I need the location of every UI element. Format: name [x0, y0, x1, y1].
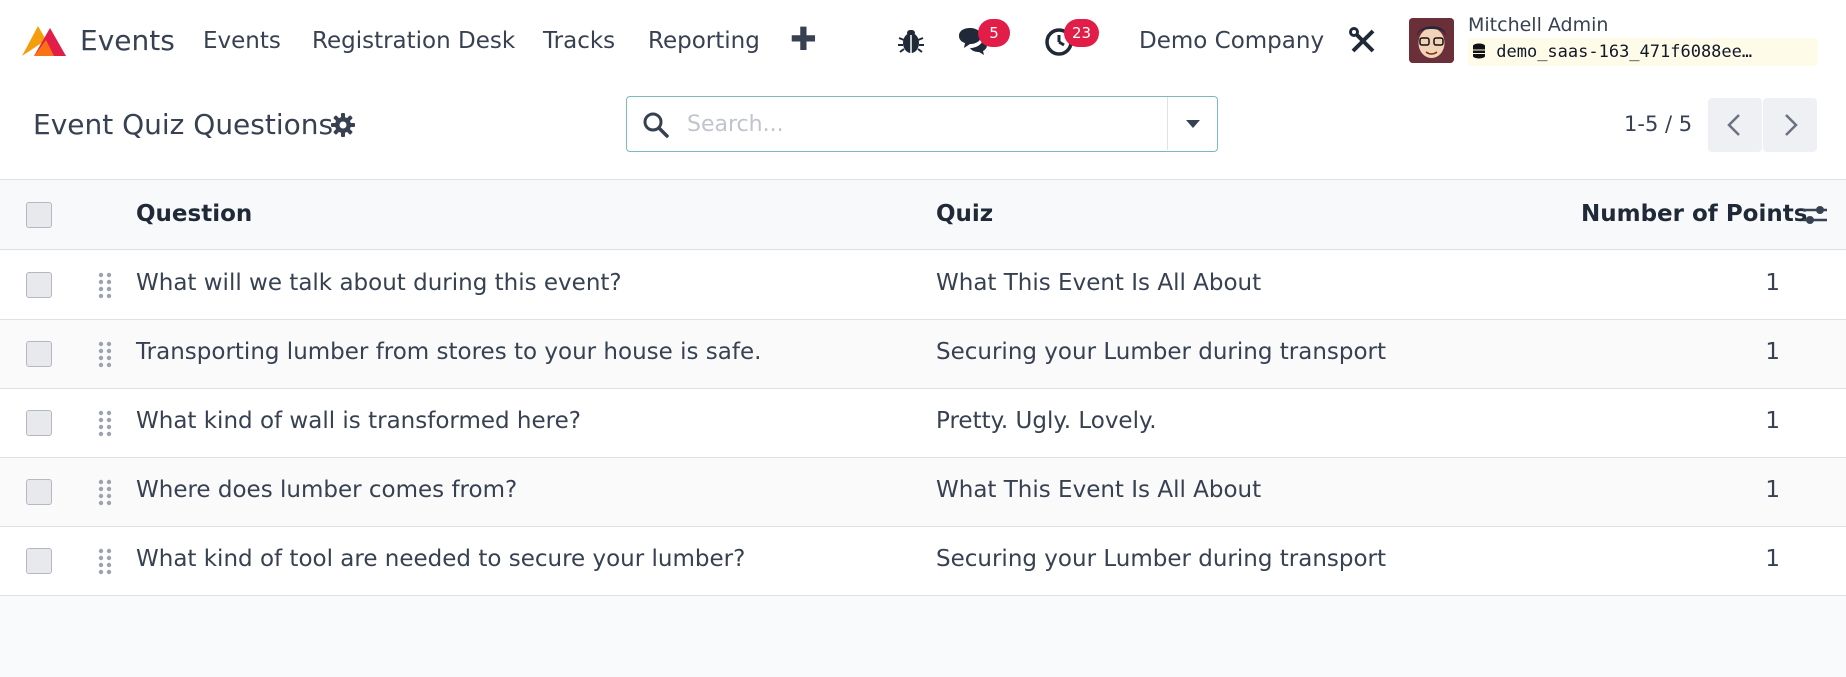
table-row[interactable]: What will we talk about during this even…	[0, 251, 1846, 320]
user-avatar[interactable]	[1409, 18, 1454, 63]
points-cell[interactable]: 1	[1765, 408, 1780, 434]
events-logo-icon	[22, 26, 66, 56]
pager-previous-button[interactable]	[1708, 98, 1762, 152]
quiz-cell[interactable]: Securing your Lumber during transport	[936, 339, 1386, 365]
table-header: Question Quiz Number of Points	[0, 180, 1846, 250]
messages-count-badge: 5	[978, 19, 1010, 47]
avatar-face-icon	[1409, 18, 1454, 63]
gear-icon[interactable]	[330, 112, 356, 138]
chevron-right-icon	[1785, 114, 1798, 136]
pager-value[interactable]: 1-5 / 5	[1624, 112, 1692, 136]
question-cell[interactable]: What will we talk about during this even…	[136, 270, 622, 296]
pager-next-button[interactable]	[1763, 98, 1817, 152]
select-all-checkbox[interactable]	[26, 202, 52, 228]
table-row[interactable]: What kind of tool are needed to secure y…	[0, 527, 1846, 596]
search-icon[interactable]	[641, 110, 671, 140]
column-header-quiz[interactable]: Quiz	[936, 201, 993, 227]
column-header-question[interactable]: Question	[136, 201, 252, 227]
column-header-points[interactable]: Number of Points	[1581, 201, 1807, 227]
row-select-checkbox[interactable]	[26, 410, 52, 436]
quiz-cell[interactable]: Securing your Lumber during transport	[936, 546, 1386, 572]
app-brand[interactable]: Events	[20, 22, 175, 58]
chevron-left-icon	[1727, 114, 1740, 136]
table-row[interactable]: Where does lumber comes from? What This …	[0, 458, 1846, 527]
user-name[interactable]: Mitchell Admin	[1468, 14, 1608, 36]
points-cell[interactable]: 1	[1765, 546, 1780, 572]
question-cell[interactable]: What kind of wall is transformed here?	[136, 408, 581, 434]
search-options-toggle[interactable]	[1167, 97, 1217, 150]
menu-item-registration-desk[interactable]: Registration Desk	[312, 28, 515, 54]
company-switcher[interactable]: Demo Company	[1139, 28, 1324, 54]
top-navbar: Events Events Registration Desk Tracks R…	[0, 0, 1846, 82]
activities-count-badge: 23	[1064, 19, 1100, 47]
question-cell[interactable]: What kind of tool are needed to secure y…	[136, 546, 745, 572]
settings-tools-icon[interactable]	[1346, 24, 1380, 58]
menu-item-events[interactable]: Events	[203, 28, 281, 54]
points-cell[interactable]: 1	[1765, 339, 1780, 365]
menu-item-tracks[interactable]: Tracks	[543, 28, 615, 54]
database-icon	[1473, 43, 1485, 59]
points-cell[interactable]: 1	[1765, 270, 1780, 296]
search-bar	[626, 96, 1218, 152]
points-cell[interactable]: 1	[1765, 477, 1780, 503]
row-select-checkbox[interactable]	[26, 479, 52, 505]
optional-columns-sliders-icon[interactable]	[1800, 200, 1830, 230]
new-plus-icon[interactable]: ✚	[790, 20, 817, 58]
row-select-checkbox[interactable]	[26, 548, 52, 574]
search-input[interactable]	[687, 107, 1187, 141]
control-panel: Event Quiz Questions 1-5 / 5	[0, 82, 1846, 180]
menu-item-reporting[interactable]: Reporting	[648, 28, 760, 54]
row-select-checkbox[interactable]	[26, 272, 52, 298]
quiz-cell[interactable]: What This Event Is All About	[936, 477, 1261, 503]
drag-handle-icon[interactable]	[98, 340, 112, 368]
database-name: demo_saas-163_471f6088ee…	[1496, 42, 1753, 62]
drag-handle-icon[interactable]	[98, 478, 112, 506]
caret-down-icon	[1186, 120, 1200, 128]
drag-handle-icon[interactable]	[98, 547, 112, 575]
row-select-checkbox[interactable]	[26, 341, 52, 367]
quiz-cell[interactable]: What This Event Is All About	[936, 270, 1261, 296]
question-cell[interactable]: Where does lumber comes from?	[136, 477, 517, 503]
app-name[interactable]: Events	[80, 24, 175, 57]
table-row[interactable]: What kind of wall is transformed here? P…	[0, 389, 1846, 458]
table-row[interactable]: Transporting lumber from stores to your …	[0, 320, 1846, 389]
debug-bug-icon[interactable]	[894, 24, 928, 58]
quiz-cell[interactable]: Pretty. Ugly. Lovely.	[936, 408, 1157, 434]
database-chip: demo_saas-163_471f6088ee…	[1468, 38, 1818, 66]
question-cell[interactable]: Transporting lumber from stores to your …	[136, 339, 761, 365]
drag-handle-icon[interactable]	[98, 271, 112, 299]
drag-handle-icon[interactable]	[98, 409, 112, 437]
page-title[interactable]: Event Quiz Questions	[33, 108, 333, 141]
